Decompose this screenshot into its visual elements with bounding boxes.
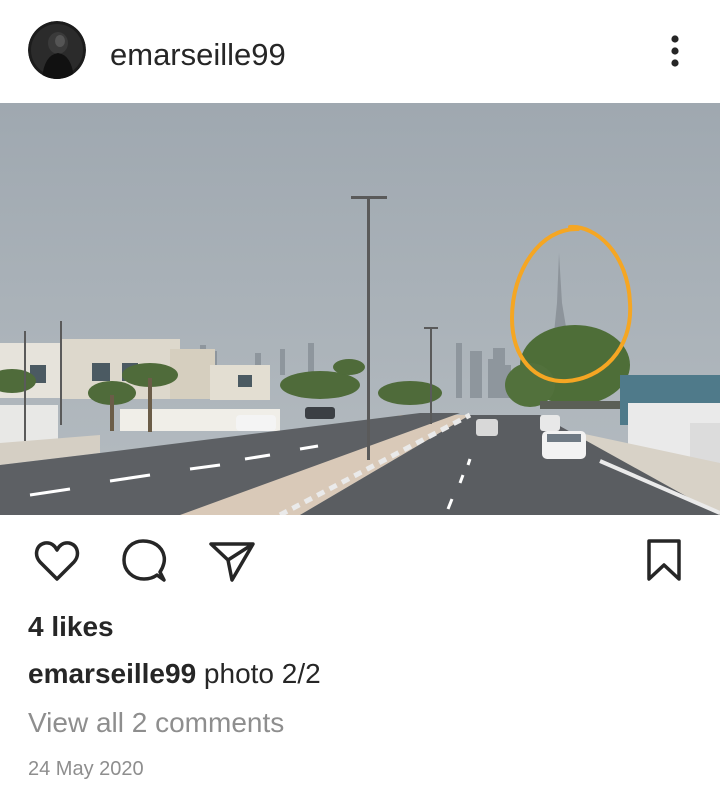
view-comments-link[interactable]: View all 2 comments (28, 705, 284, 741)
avatar[interactable] (28, 21, 86, 79)
username[interactable]: emarseille99 (110, 35, 286, 75)
caption-username[interactable]: emarseille99 (28, 658, 196, 689)
post-header: emarseille99 (0, 0, 720, 103)
likes-count[interactable]: 4 likes (28, 610, 114, 644)
caption: emarseille99 photo 2/2 (28, 656, 321, 692)
post-photo[interactable] (0, 103, 720, 515)
heart-icon[interactable] (34, 540, 80, 587)
paper-plane-icon[interactable] (208, 540, 256, 587)
comment-bubble-icon[interactable] (120, 538, 168, 589)
bookmark-icon[interactable] (644, 538, 684, 587)
more-options-icon[interactable] (660, 33, 690, 73)
post-date: 24 May 2020 (28, 758, 144, 780)
caption-text: photo 2/2 (203, 658, 321, 689)
